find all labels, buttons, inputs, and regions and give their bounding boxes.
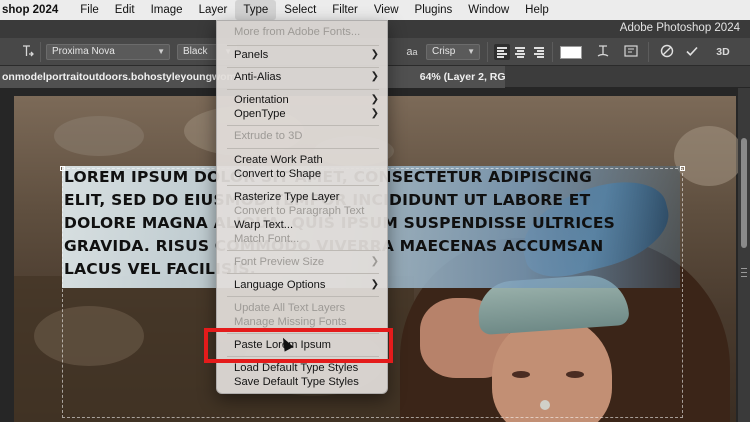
app-title: Adobe Photoshop 2024 [619, 22, 740, 34]
chevron-down-icon: ▼ [157, 47, 165, 56]
menu-item-orientation[interactable]: Orientation ❯ [217, 93, 389, 107]
menu-item-label: Convert to Paragraph Text [234, 205, 365, 217]
warp-text-icon[interactable] [594, 43, 612, 61]
chevron-down-icon: ▼ [467, 47, 475, 56]
commit-check-icon[interactable] [683, 43, 701, 61]
menu-item-create-work-path[interactable]: Create Work Path [217, 153, 389, 167]
menu-item-update-text-layers: Update All Text Layers [217, 301, 389, 315]
align-right-icon[interactable] [531, 44, 547, 60]
highlight-box [204, 328, 393, 363]
menu-item-font-preview-size: Font Preview Size ❯ [217, 255, 389, 269]
vertical-scrollbar[interactable] [738, 88, 750, 422]
menu-item-label: Anti-Alias [234, 71, 282, 83]
anti-alias-icon: aa [406, 46, 418, 58]
align-center-icon[interactable] [512, 44, 528, 60]
menu-item-label: Create Work Path [234, 154, 323, 166]
menu-item-label: Language Options [234, 279, 326, 291]
menu-item-manage-missing-fonts: Manage Missing Fonts [217, 315, 389, 329]
text-color-swatch[interactable] [560, 46, 582, 59]
menu-item-label: Load Default Type Styles [234, 362, 359, 374]
menu-item-opentype[interactable]: OpenType ❯ [217, 107, 389, 121]
menu-item-extrude-3d: Extrude to 3D [217, 129, 389, 143]
menu-filter[interactable]: Filter [324, 0, 366, 20]
menu-bar: shop 2024 File Edit Image Layer Type Sel… [0, 0, 750, 20]
menu-item-rasterize[interactable]: Rasterize Type Layer [217, 190, 389, 204]
transform-handle[interactable] [60, 166, 65, 171]
cancel-icon[interactable] [658, 43, 676, 61]
menu-select[interactable]: Select [276, 0, 324, 20]
menu-item-label: OpenType [234, 108, 286, 120]
menu-item-convert-paragraph: Convert to Paragraph Text [217, 204, 389, 218]
menu-item-label: Font Preview Size [234, 256, 325, 268]
menu-item-label: More from Adobe Fonts... [234, 26, 361, 38]
menubar-app-name[interactable]: shop 2024 [0, 0, 72, 20]
menu-item-label: Manage Missing Fonts [234, 316, 347, 328]
3d-button[interactable]: 3D [714, 43, 732, 61]
chevron-right-icon: ❯ [370, 279, 379, 290]
align-left-icon[interactable] [494, 44, 510, 60]
menu-item-more-fonts: More from Adobe Fonts... [217, 25, 389, 39]
menu-item-panels[interactable]: Panels ❯ [217, 48, 389, 62]
chevron-right-icon: ❯ [370, 256, 379, 267]
chevron-right-icon: ❯ [370, 94, 379, 105]
chevron-right-icon: ❯ [370, 108, 379, 119]
font-style-value: Black [183, 46, 208, 57]
document-tab-title: onmodelportraitoutdoors.bohostyleyoungwo… [2, 71, 242, 83]
menu-item-label: Extrude to 3D [234, 130, 303, 142]
menu-file[interactable]: File [72, 0, 107, 20]
menu-view[interactable]: View [366, 0, 407, 20]
menu-window[interactable]: Window [460, 0, 517, 20]
menu-item-label: Update All Text Layers [234, 302, 346, 314]
menu-item-convert-to-shape[interactable]: Convert to Shape [217, 167, 389, 181]
menu-help[interactable]: Help [517, 0, 557, 20]
scrollbar-thumb[interactable] [741, 138, 747, 248]
menu-layer[interactable]: Layer [191, 0, 236, 20]
character-panel-icon[interactable] [622, 43, 640, 61]
menu-item-save-type-styles[interactable]: Save Default Type Styles [217, 375, 389, 389]
menu-item-language-options[interactable]: Language Options ❯ [217, 278, 389, 292]
font-family-value: Proxima Nova [52, 46, 115, 57]
chevron-right-icon: ❯ [370, 49, 379, 60]
menu-item-label: Convert to Shape [234, 168, 322, 180]
font-family-select[interactable]: Proxima Nova ▼ [46, 44, 170, 60]
document-tab-status: 64% (Layer 2, RGB/8) * [419, 71, 505, 83]
menu-item-label: Warp Text... [234, 219, 294, 231]
menu-item-warp-text[interactable]: Warp Text... [217, 218, 389, 232]
menu-item-load-type-styles[interactable]: Load Default Type Styles [217, 361, 389, 375]
transform-handle[interactable] [680, 166, 685, 171]
anti-alias-value: Crisp [432, 46, 456, 57]
type-orientation-icon[interactable] [18, 43, 36, 61]
menu-item-label: Save Default Type Styles [234, 376, 359, 388]
menu-item-match-font: Match Font... [217, 232, 389, 246]
menu-image[interactable]: Image [143, 0, 191, 20]
menu-item-label: Panels [234, 49, 269, 61]
menu-item-label: Orientation [234, 94, 289, 106]
menu-edit[interactable]: Edit [107, 0, 143, 20]
menu-item-anti-alias[interactable]: Anti-Alias ❯ [217, 70, 389, 84]
anti-alias-select[interactable]: Crisp ▼ [426, 44, 480, 60]
menu-type[interactable]: Type [235, 0, 277, 20]
menu-item-label: Rasterize Type Layer [234, 191, 340, 203]
chevron-right-icon: ❯ [370, 71, 379, 82]
menu-plugins[interactable]: Plugins [407, 0, 461, 20]
menu-item-label: Match Font... [234, 233, 300, 245]
